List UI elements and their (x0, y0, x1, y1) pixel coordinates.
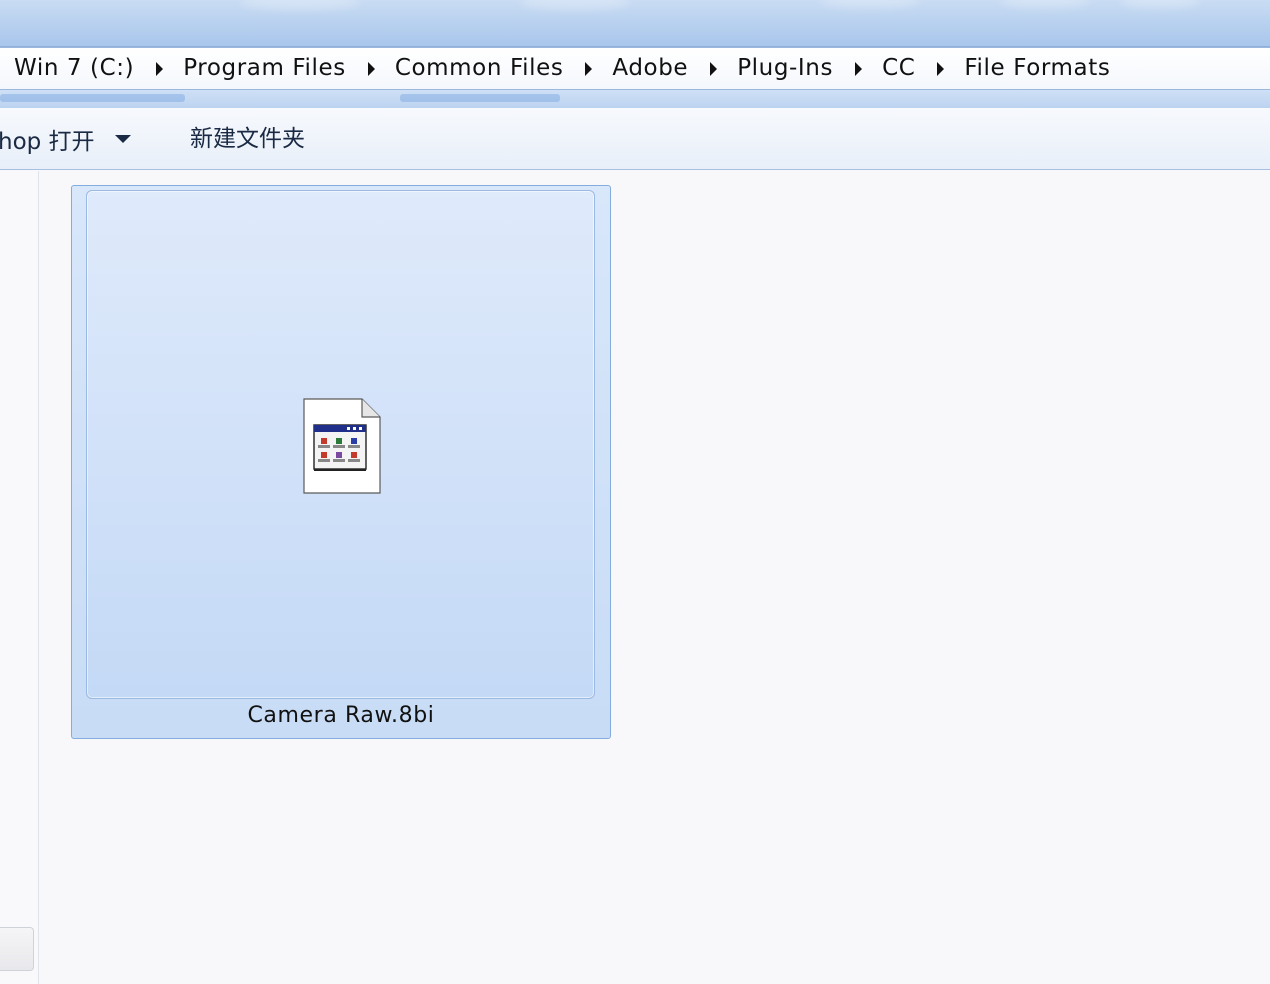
breadcrumb-arrow-icon[interactable] (585, 61, 593, 76)
new-folder-button[interactable]: 新建文件夹 (190, 108, 305, 170)
chevron-down-icon[interactable] (114, 135, 131, 143)
breadcrumb-item-adobe[interactable]: Adobe (612, 47, 688, 90)
breadcrumb-arrow-icon[interactable] (367, 61, 375, 76)
breadcrumb-arrow-icon[interactable] (855, 61, 863, 76)
breadcrumb-item-file-formats[interactable]: File Formats (964, 47, 1110, 90)
breadcrumb-item-common-files[interactable]: Common Files (395, 47, 564, 90)
breadcrumb-item-plug-ins[interactable]: Plug-Ins (737, 47, 833, 90)
navigation-pane[interactable] (0, 171, 39, 984)
open-with-label: hop 打开 (0, 129, 95, 155)
breadcrumb-arrow-icon[interactable] (156, 61, 164, 76)
breadcrumb-item-drive[interactable]: Win 7 (C:) (14, 47, 134, 90)
breadcrumb-item-cc[interactable]: CC (882, 47, 915, 90)
file-item[interactable]: Camera Raw.8bi (71, 185, 611, 739)
plugin-file-icon (303, 398, 381, 494)
breadcrumb-arrow-icon[interactable] (710, 61, 718, 76)
file-thumbnail[interactable] (86, 190, 595, 699)
breadcrumb-item-program-files[interactable]: Program Files (183, 47, 346, 90)
menu-strip (0, 90, 1270, 109)
open-with-button[interactable]: hop 打开 (0, 108, 131, 170)
file-name-label: Camera Raw.8bi (247, 703, 435, 728)
nav-pane-scrollbar[interactable] (0, 927, 34, 971)
breadcrumb-arrow-icon[interactable] (937, 61, 945, 76)
address-bar[interactable]: Win 7 (C:) Program Files Common Files Ad… (0, 47, 1270, 90)
window-title-strip (0, 0, 1270, 47)
command-toolbar: hop 打开 新建文件夹 (0, 108, 1270, 170)
